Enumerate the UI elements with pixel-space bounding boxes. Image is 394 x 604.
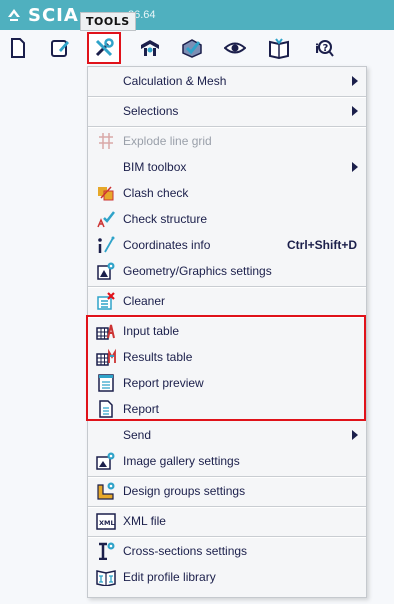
menu-item-label: Calculation & Mesh [123,74,227,88]
menu-item-label: Image gallery settings [123,454,240,468]
svg-text:?: ? [323,43,329,54]
profile-library-icon [96,568,116,587]
check-icon[interactable] [178,34,206,62]
title-bar: SCIA 26.64 [0,0,394,30]
geometry-settings-icon [96,262,116,280]
menu-item-label: Cleaner [123,294,166,308]
menu-item-xml-file[interactable]: XML XML file [88,508,366,534]
menu-item-send[interactable]: Send [88,422,366,448]
menu-item-check-structure[interactable]: Check structure [88,206,366,232]
tools-icon[interactable] [87,32,121,64]
highlight-box [86,315,366,421]
menu-item-label: Selections [123,104,179,118]
submenu-arrow-icon [352,162,358,172]
shortcut-text: Ctrl+Shift+D [286,238,357,252]
main-toolbar: i? [0,30,394,66]
svg-text:XML: XML [99,519,115,527]
submenu-arrow-icon [352,106,358,116]
view-icon[interactable] [221,34,249,62]
structure-icon[interactable] [136,34,164,62]
design-groups-icon [96,482,116,500]
menu-item-edit-profile-library[interactable]: Edit profile library [88,564,366,590]
menu-item-clash-check[interactable]: Clash check [88,180,366,206]
submenu-arrow-icon [352,430,358,440]
menu-item-image-gallery-settings[interactable]: Image gallery settings [88,448,366,474]
cross-sections-icon [96,542,116,561]
menu-item-explode-line-grid: Explode line grid [88,128,366,154]
menu-item-label: Clash check [123,186,189,200]
menu-item-label: Edit profile library [123,570,216,584]
menu-item-bim-toolbox[interactable]: BIM toolbox [88,154,366,180]
menu-item-label: Explode line grid [123,134,212,148]
xml-file-icon: XML [96,512,116,530]
help-icon[interactable]: i? [310,34,338,62]
scia-logo-icon [6,7,22,23]
edit-icon[interactable] [46,34,74,62]
menu-item-coordinates-info[interactable]: Coordinates info Ctrl+Shift+D [88,232,366,258]
explode-grid-icon [96,132,116,150]
menu-item-label: BIM toolbox [123,160,187,174]
clash-check-icon [96,184,116,202]
menu-item-calculation-mesh[interactable]: Calculation & Mesh [88,68,366,94]
coordinates-info-icon [96,236,116,254]
menu-item-selections[interactable]: Selections [88,98,366,124]
image-gallery-icon [96,452,116,470]
menu-item-label: Send [123,428,152,442]
app-logo: SCIA [6,5,79,26]
menu-item-label: Coordinates info [123,238,211,252]
book-icon[interactable] [265,34,293,62]
menu-item-design-groups-settings[interactable]: Design groups settings [88,478,366,504]
menu-item-geometry-graphics-settings[interactable]: Geometry/Graphics settings [88,258,366,284]
menu-item-label: Cross-sections settings [123,544,248,558]
menu-item-label: Design groups settings [123,484,246,498]
new-file-icon[interactable] [4,34,32,62]
menu-item-label: Check structure [123,212,208,226]
cleaner-icon [96,292,116,310]
check-structure-icon [96,210,116,228]
tools-tooltip: TOOLS [80,12,136,31]
submenu-arrow-icon [352,76,358,86]
menu-item-label: Geometry/Graphics settings [123,264,272,278]
menu-item-label: XML file [123,514,166,528]
menu-item-cleaner[interactable]: Cleaner [88,288,366,314]
menu-item-cross-sections-settings[interactable]: Cross-sections settings [88,538,366,564]
